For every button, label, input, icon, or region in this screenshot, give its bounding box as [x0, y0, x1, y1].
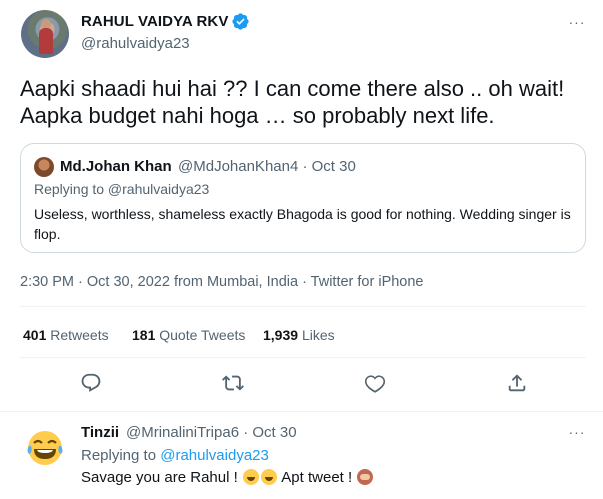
author-handle[interactable]: @rahulvaidya23 [81, 35, 190, 52]
verified-badge-icon [232, 13, 249, 30]
reply-icon[interactable] [78, 370, 104, 396]
tweet-text: Aapki shaadi hui hai ?? I can come there… [20, 76, 565, 128]
quotes-stat[interactable]: 181 Quote Tweets [132, 327, 245, 343]
quotes-label: Quote Tweets [159, 327, 246, 343]
retweet-icon[interactable] [220, 370, 246, 396]
retweets-count: 401 [23, 327, 47, 343]
reply-more-options-icon[interactable]: ··· [566, 424, 588, 440]
tweet-actions [0, 370, 603, 400]
reply-tweet[interactable]: Tinzii @MrinaliniTripa6 · Oct 30 ··· Rep… [0, 411, 603, 499]
like-icon[interactable] [362, 370, 388, 396]
sweat-smile-emoji-icon [260, 469, 277, 485]
likes-count: 1,939 [263, 327, 299, 343]
avatar-figure [39, 28, 53, 54]
quote-author-name: Md.Johan Khan [60, 158, 172, 175]
reply-text-part-1: Savage you are Rahul ! [81, 469, 238, 486]
quotes-count: 181 [132, 327, 156, 343]
divider [20, 357, 586, 358]
quote-replying-to: Replying to @rahulvaidya23 [34, 181, 210, 197]
share-icon[interactable] [504, 370, 530, 396]
quote-author-meta: @MdJohanKhan4 · Oct 30 [178, 158, 356, 175]
likes-stat[interactable]: 1,939 Likes [263, 327, 335, 343]
replying-handle-link[interactable]: @rahulvaidya23 [160, 447, 269, 464]
main-tweet: RAHUL VAIDYA RKV @rahulvaidya23 ··· Aapk… [0, 0, 603, 410]
replying-prefix: Replying to [81, 447, 161, 464]
laughing-emoji-icon[interactable] [21, 424, 69, 472]
retweets-stat[interactable]: 401 Retweets [23, 327, 109, 343]
rofl-emoji-icon [242, 469, 259, 485]
reply-text-part-2: Apt tweet ! [281, 469, 353, 486]
likes-label: Likes [301, 327, 335, 343]
author-avatar[interactable] [21, 10, 69, 58]
more-options-icon[interactable]: ··· [566, 14, 588, 32]
tweet-timestamp[interactable]: 2:30 PM · Oct 30, 2022 from Mumbai, Indi… [20, 274, 424, 290]
retweets-label: Retweets [50, 327, 109, 343]
divider [20, 306, 586, 307]
reply-text: Savage you are Rahul ! Apt tweet ! [81, 469, 374, 486]
reply-author-meta[interactable]: @MrinaliniTripa6 · Oct 30 [126, 424, 297, 441]
quote-author-avatar [34, 157, 54, 177]
quoted-tweet[interactable]: Md.Johan Khan @MdJohanKhan4 · Oct 30 Rep… [20, 143, 586, 253]
reply-author-name[interactable]: Tinzii [81, 424, 119, 441]
author-name[interactable]: RAHUL VAIDYA RKV [81, 13, 228, 30]
reply-replying-to: Replying to @rahulvaidya23 [81, 447, 269, 464]
see-no-evil-monkey-emoji-icon [357, 469, 374, 485]
quote-text: Useless, worthless, shameless exactly Bh… [34, 206, 571, 242]
